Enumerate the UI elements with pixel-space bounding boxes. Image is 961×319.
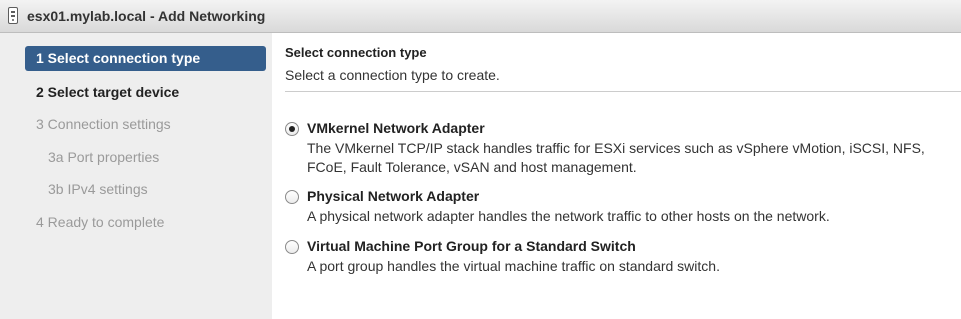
radio-vm-port-group-standard-switch[interactable] (285, 240, 299, 254)
window-title: esx01.mylab.local - Add Networking (27, 8, 266, 24)
step-connection-settings: 3 Connection settings (36, 116, 171, 132)
add-networking-dialog: esx01.mylab.local - Add Networking 1 Sel… (0, 0, 961, 319)
radio-physical-network-adapter[interactable] (285, 190, 299, 204)
steps-panel: 1 Select connection type 2 Select target… (0, 33, 272, 319)
step-select-target-device[interactable]: 2 Select target device (36, 84, 179, 100)
option-description: A port group handles the virtual machine… (307, 258, 720, 274)
content-pane: Select connection type Select a connecti… (272, 33, 961, 319)
step-port-properties: 3a Port properties (48, 149, 160, 165)
option-label[interactable]: VMkernel Network Adapter (307, 120, 485, 136)
option-label[interactable]: Virtual Machine Port Group for a Standar… (307, 238, 636, 254)
device-icon (8, 7, 18, 24)
option-label[interactable]: Physical Network Adapter (307, 188, 479, 204)
radio-vmkernel-network-adapter[interactable] (285, 122, 299, 136)
header-divider (285, 91, 961, 92)
step-select-connection-type[interactable]: 1 Select connection type (25, 46, 266, 71)
step-ipv4-settings: 3b IPv4 settings (48, 181, 148, 197)
page-subtitle: Select a connection type to create. (285, 67, 500, 83)
page-title: Select connection type (285, 45, 427, 60)
title-bar: esx01.mylab.local - Add Networking (0, 0, 961, 33)
option-description: A physical network adapter handles the n… (307, 208, 830, 224)
step-ready-to-complete: 4 Ready to complete (36, 214, 165, 230)
option-description: The VMkernel TCP/IP stack handles traffi… (307, 140, 925, 175)
